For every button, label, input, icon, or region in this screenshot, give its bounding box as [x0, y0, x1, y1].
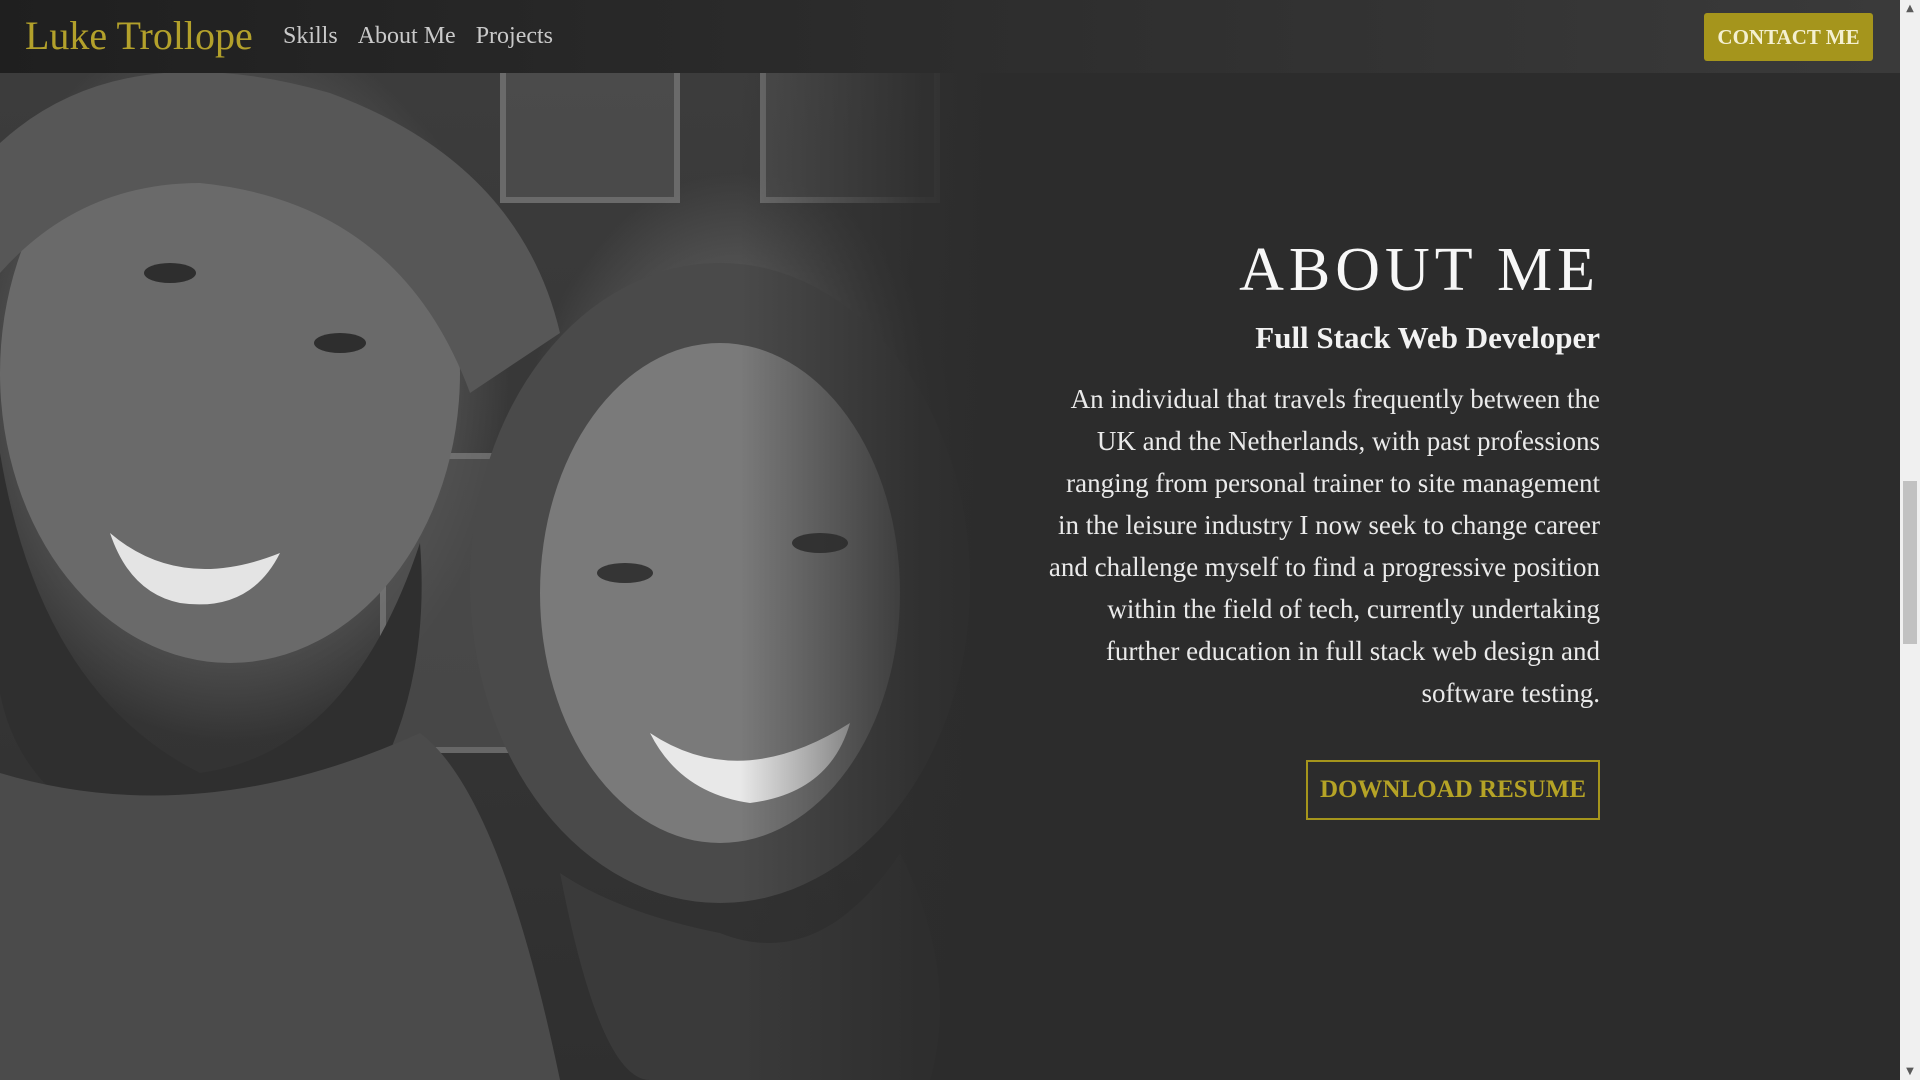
vertical-scrollbar[interactable]: ▲ ▼: [1900, 0, 1920, 1080]
nav-links: Skills About Me Projects: [283, 20, 553, 52]
about-title: ABOUT ME: [1239, 236, 1600, 304]
brand-logo[interactable]: Luke Trollope: [25, 10, 253, 62]
nav-link-skills[interactable]: Skills: [283, 20, 338, 52]
about-section: ABOUT ME Full Stack Web Developer An ind…: [1040, 230, 1600, 820]
hero-photo: [0, 73, 1000, 1080]
about-description: An individual that travels frequently be…: [1048, 384, 1600, 708]
contact-me-button[interactable]: CONTACT ME: [1704, 13, 1873, 61]
page: Luke Trollope Skills About Me Projects C…: [0, 0, 1900, 1080]
download-resume-button[interactable]: DOWNLOAD RESUME: [1306, 760, 1600, 820]
scroll-up-arrow-icon[interactable]: ▲: [1900, 0, 1920, 17]
nav-link-projects[interactable]: Projects: [476, 20, 553, 52]
navbar: Luke Trollope Skills About Me Projects C…: [0, 0, 1900, 73]
nav-link-about-me[interactable]: About Me: [358, 20, 456, 52]
scroll-thumb[interactable]: [1903, 481, 1917, 644]
about-subtitle: Full Stack Web Developer: [1255, 320, 1600, 355]
scroll-down-arrow-icon[interactable]: ▼: [1900, 1063, 1920, 1080]
